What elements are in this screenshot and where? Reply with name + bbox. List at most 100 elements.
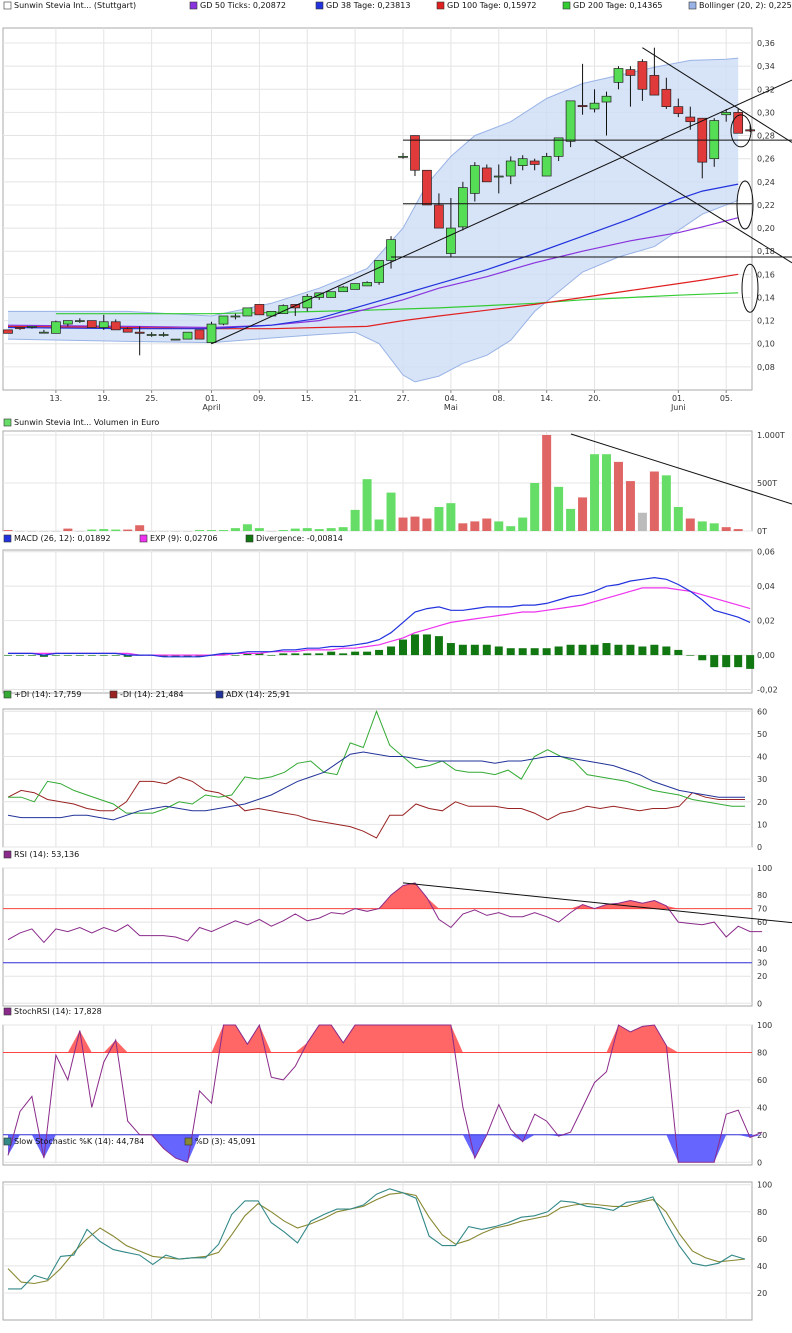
price-legend-swatch	[3, 1, 12, 10]
divergence-bar	[566, 644, 575, 656]
rsi-y-tick-label: 80	[757, 891, 767, 900]
divergence-bar	[686, 655, 695, 656]
macd-legend-label: MACD (26, 12): 0,01892	[14, 534, 111, 543]
volume-bar	[446, 503, 456, 531]
stock-chart: 0,36 0,34 0,32 0,30 0,28 0,26 0,24 0,22 0,20 0,18…	[2, 1, 792, 1321]
volume-bar	[230, 528, 240, 531]
price-candle	[481, 167, 492, 183]
price-candle	[86, 320, 97, 328]
divergence-bar	[434, 636, 443, 656]
volume-bar	[302, 528, 312, 531]
price-candle	[122, 328, 133, 333]
divergence-bar	[51, 655, 60, 656]
volume-bar	[314, 529, 324, 531]
volume-bar	[123, 529, 133, 531]
price-legend-label: GD 200 Tage: 0,14365	[573, 1, 663, 10]
macd-y-tick-label: 0,04	[757, 582, 775, 591]
price-candle	[601, 95, 612, 103]
volume-bar	[195, 530, 205, 531]
chart-stage: 0,36 0,34 0,32 0,30 0,28 0,26 0,24 0,22 0,20 0,18…	[0, 0, 792, 1329]
stochrsi-y-tick-label: 100	[757, 1021, 772, 1030]
x-tick-label: 01.	[672, 394, 685, 403]
price-candle	[673, 106, 684, 114]
price-candle	[158, 334, 169, 336]
dmi-y-tick-label: 60	[757, 707, 767, 716]
price-candle	[230, 315, 241, 318]
volume-bar	[434, 507, 444, 531]
divergence-bar	[542, 648, 551, 656]
price-candle	[3, 329, 13, 334]
macd-legend-label: Divergence: -0,00814	[256, 534, 343, 543]
volume-y-tick-label: 500T	[757, 479, 777, 488]
price-y-tick-label: 0,30	[757, 108, 775, 117]
volume-bar	[398, 517, 408, 531]
slowstoch-y-tick-label: 60	[757, 1235, 767, 1244]
macd-y-tick-label: 0,06	[757, 548, 775, 557]
divergence-bar	[267, 655, 276, 656]
volume-bar	[278, 530, 288, 531]
divergence-bar	[387, 646, 396, 656]
price-candle	[362, 282, 372, 287]
slowstoch-legend-swatch	[3, 1137, 12, 1146]
price-legend-label: Bollinger (20, 2): 0,22553 - 0,2865 - 0,…	[699, 1, 792, 10]
divergence-bar	[363, 651, 372, 656]
x-tick-label: 04.	[445, 394, 458, 403]
volume-bar	[602, 454, 611, 531]
price-candle	[517, 158, 528, 166]
volume-bar	[51, 531, 61, 532]
price-candle	[541, 156, 552, 177]
price-candle	[170, 338, 181, 341]
volume-bar	[721, 527, 731, 531]
rsi-y-tick-label: 30	[757, 959, 767, 968]
volume-bar	[254, 528, 264, 531]
divergence-bar	[99, 655, 108, 656]
divergence-bar	[327, 651, 336, 656]
x-tick-label: 09.	[253, 394, 266, 403]
volume-bar	[99, 529, 109, 531]
price-candle	[422, 169, 432, 206]
price-candle	[493, 175, 504, 178]
stochrsi-y-tick-label: 0	[757, 1158, 762, 1167]
price-y-tick-label: 0,24	[757, 178, 775, 187]
price-candle	[242, 307, 253, 317]
divergence-bar	[63, 655, 72, 656]
divergence-bar	[530, 648, 539, 656]
macd-legend-swatch	[3, 534, 12, 543]
volume-bar	[458, 523, 468, 531]
volume-bar	[326, 528, 336, 531]
dmi-y-tick-label: 10	[757, 820, 767, 829]
price-candle	[98, 321, 109, 328]
dmi-y-tick-label: 30	[757, 775, 767, 784]
x-tick-label: 21.	[349, 394, 362, 403]
dmi-legend-swatch	[3, 690, 12, 699]
price-legend-swatch	[688, 1, 697, 10]
volume-bar	[422, 518, 432, 531]
volume-bar	[242, 524, 252, 531]
divergence-bar	[734, 655, 743, 668]
slowstoch-y-tick-label: 100	[757, 1181, 772, 1190]
rsi-y-tick-label: 70	[757, 905, 767, 914]
price-candle	[134, 331, 145, 334]
divergence-bar	[422, 634, 431, 656]
divergence-bar	[75, 655, 84, 656]
volume-bar	[673, 507, 683, 531]
stochrsi-y-tick-label: 60	[757, 1076, 767, 1085]
divergence-bar	[27, 655, 36, 656]
divergence-bar	[590, 644, 599, 656]
macd-legend-swatch	[139, 534, 148, 543]
price-y-tick-label: 0,08	[757, 363, 775, 372]
x-tick-label: 19.	[97, 394, 110, 403]
price-candle	[206, 323, 217, 343]
volume-bar	[386, 492, 396, 531]
x-tick-label: 25.	[145, 394, 158, 403]
x-tick-label: 05.	[720, 394, 733, 403]
price-candle	[51, 321, 61, 334]
price-y-tick-label: 0,32	[757, 85, 775, 94]
price-candle	[589, 102, 600, 110]
slowstoch-y-tick-label: 20	[757, 1289, 767, 1298]
price-candle	[529, 160, 540, 165]
price-y-tick-label: 0,36	[757, 39, 775, 48]
price-y-tick-label: 0,26	[757, 155, 775, 164]
divergence-bar	[662, 646, 671, 656]
macd-legend-swatch	[245, 534, 254, 543]
